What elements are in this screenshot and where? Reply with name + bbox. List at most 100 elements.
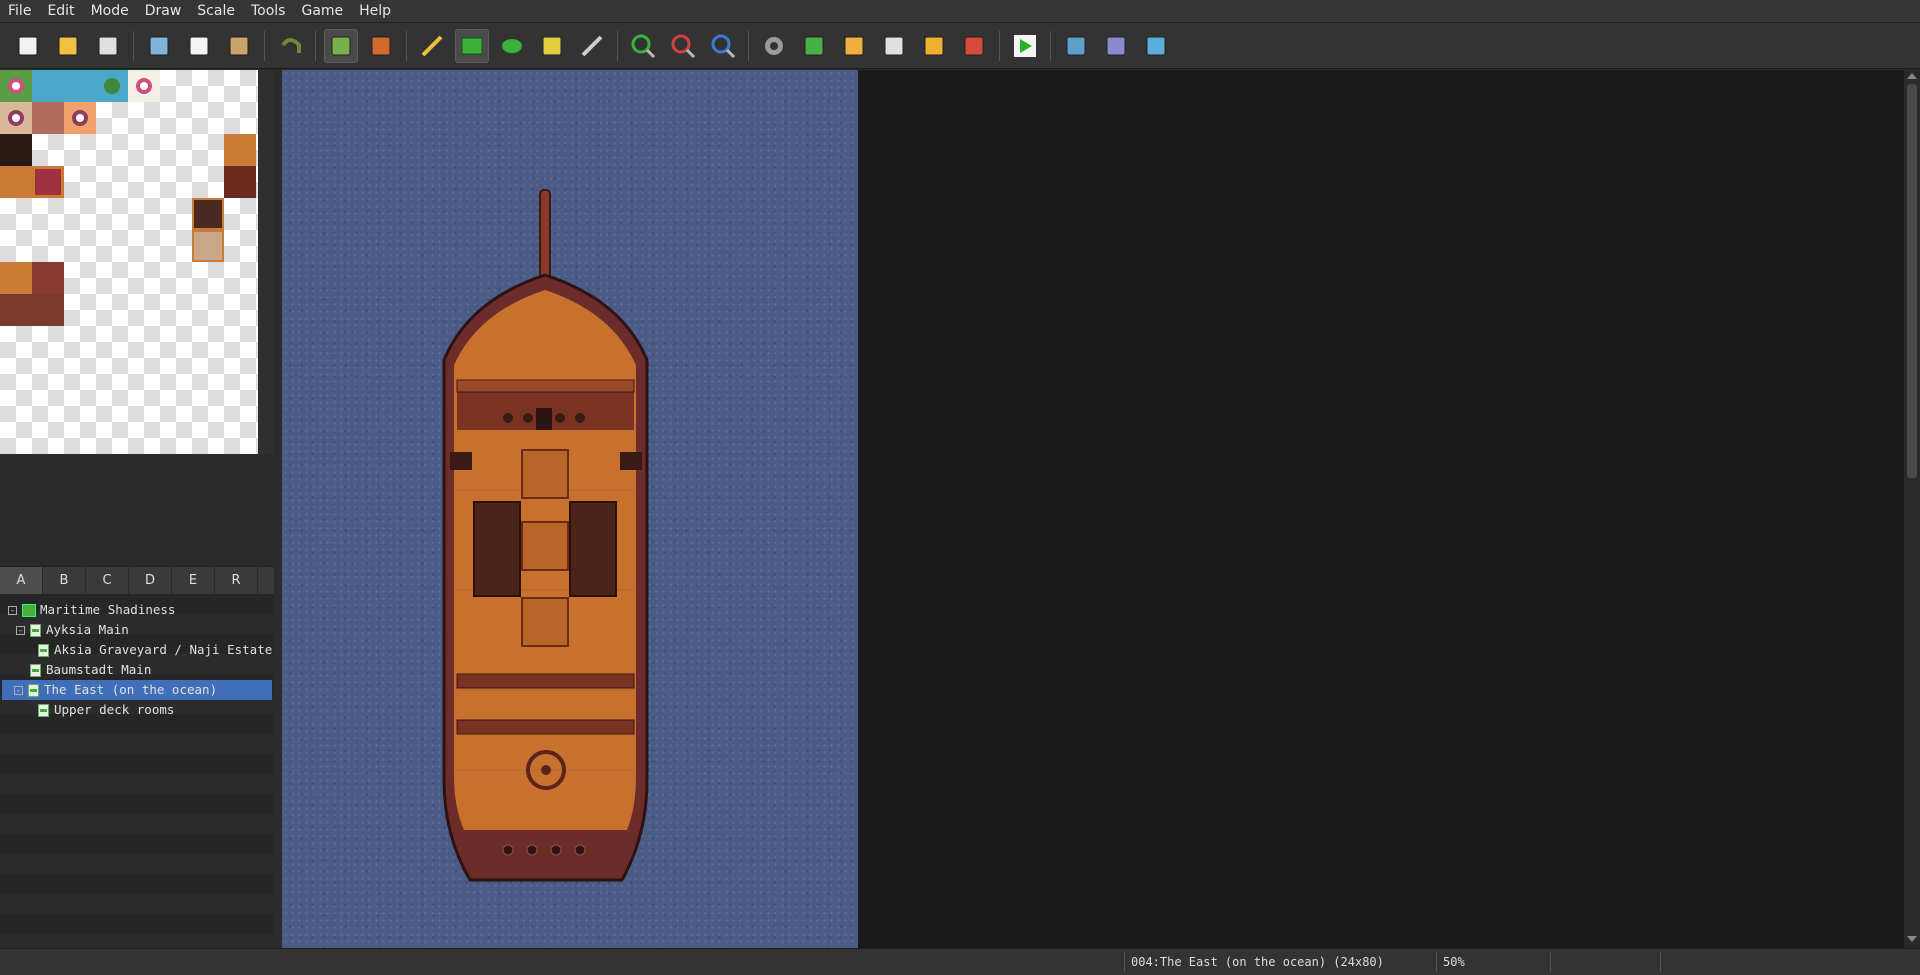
steam-management-icon (1106, 36, 1126, 55)
scroll-down-icon[interactable] (1907, 936, 1917, 942)
tab-c[interactable]: C (86, 567, 129, 594)
tile-water[interactable] (32, 70, 96, 102)
map-canvas[interactable] (282, 70, 1904, 948)
plugin-manager-button[interactable] (797, 29, 831, 63)
save-project-icon (98, 36, 118, 55)
scroll-up-icon[interactable] (1907, 73, 1917, 79)
tab-e[interactable]: E (172, 567, 215, 594)
toolbar-separator (264, 30, 265, 61)
event-layer-button[interactable] (364, 29, 398, 63)
new-project-icon (18, 36, 38, 55)
tile-flower[interactable] (128, 70, 160, 102)
playtest-icon (1014, 34, 1036, 57)
collapse-icon[interactable]: - (8, 605, 17, 615)
status-zoom: 50% (1443, 955, 1465, 969)
tile-dark[interactable] (0, 134, 32, 166)
project-icon (22, 603, 36, 617)
tile-carpet[interactable] (32, 166, 64, 198)
tab-d[interactable]: D (129, 567, 172, 594)
tile-plank-dark[interactable] (0, 294, 64, 326)
status-divider (1436, 952, 1437, 972)
zoom-actual-button[interactable] (706, 29, 740, 63)
paste-button[interactable] (222, 29, 256, 63)
menu-help[interactable]: Help (351, 0, 399, 22)
menu-mode[interactable]: Mode (83, 0, 137, 22)
tile-wood-edge[interactable] (224, 134, 256, 166)
tab-a[interactable]: A (0, 567, 43, 594)
copy-button[interactable] (182, 29, 216, 63)
sound-test-button[interactable] (837, 29, 871, 63)
menu-file[interactable]: File (0, 0, 39, 22)
tile-grass-flower[interactable] (0, 70, 32, 102)
tileset-blank-area (0, 454, 274, 566)
tab-r[interactable]: R (215, 567, 258, 594)
copy-icon (189, 36, 209, 55)
event-search-icon (884, 36, 904, 55)
menu-draw[interactable]: Draw (137, 0, 190, 22)
tab-b[interactable]: B (43, 567, 86, 594)
map-tree-node[interactable]: Upper deck rooms (38, 700, 174, 720)
tile-grate[interactable] (192, 198, 224, 230)
database-icon (765, 36, 783, 55)
status-map-info: 004:The East (on the ocean) (24x80) (1131, 955, 1384, 969)
pencil-button[interactable] (415, 29, 449, 63)
save-project-button[interactable] (91, 29, 125, 63)
zoom-out-button[interactable] (666, 29, 700, 63)
tile-wood-rail[interactable] (224, 166, 256, 198)
tile-door[interactable] (0, 262, 32, 294)
collapse-icon[interactable]: - (14, 685, 23, 695)
collapse-icon[interactable]: - (16, 625, 25, 635)
scrollbar-thumb[interactable] (1907, 84, 1917, 478)
tile-water-plant[interactable] (96, 70, 128, 102)
zoom-out-icon (671, 34, 696, 58)
menu-scale[interactable]: Scale (189, 0, 243, 22)
map-vertical-scrollbar[interactable] (1904, 70, 1920, 948)
map-tree-node[interactable]: - Ayksia Main (16, 620, 129, 640)
menu-game[interactable]: Game (293, 0, 351, 22)
map-tree-node-selected[interactable]: - The East (on the ocean) (2, 680, 272, 700)
tileset-palette[interactable] (0, 70, 258, 454)
plugin-manager-icon (804, 36, 824, 55)
resource-manager-button[interactable] (917, 29, 951, 63)
tile-red-wall[interactable] (32, 262, 64, 294)
playtest-button[interactable] (1008, 29, 1042, 63)
map-layer-button[interactable] (324, 28, 358, 63)
event-search-button[interactable] (877, 29, 911, 63)
map-icon (28, 683, 39, 697)
steam-management-button[interactable] (1099, 29, 1133, 63)
ocean-map[interactable] (282, 70, 858, 948)
tutorial-button[interactable] (1139, 29, 1173, 63)
paste-icon (229, 36, 249, 55)
menu-tools[interactable]: Tools (243, 0, 294, 22)
tile-wood-floor[interactable] (0, 166, 32, 198)
map-tree: - Maritime Shadiness - Ayksia Main Aksia… (0, 594, 274, 948)
tutorial-icon (1146, 36, 1166, 55)
toolbar-separator (1050, 30, 1051, 61)
zoom-in-button[interactable] (626, 29, 660, 63)
ellipse-button[interactable] (495, 29, 529, 63)
map-icon (30, 663, 41, 677)
open-project-button[interactable] (51, 29, 85, 63)
deployment-button[interactable] (1059, 29, 1093, 63)
map-tree-project[interactable]: - Maritime Shadiness (8, 600, 175, 620)
project-label: Maritime Shadiness (40, 602, 176, 617)
rectangle-button[interactable] (455, 28, 489, 63)
toolbar-separator (748, 30, 749, 61)
new-project-button[interactable] (11, 29, 45, 63)
map-tree-node[interactable]: Aksia Graveyard / Naji Estate (38, 640, 272, 660)
database-button[interactable] (757, 29, 791, 63)
tile-rocks[interactable] (32, 102, 64, 134)
map-label: Aksia Graveyard / Naji Estate (54, 642, 273, 657)
tile-flower-3[interactable] (64, 102, 96, 134)
tile-flower-2[interactable] (0, 102, 32, 134)
menu-edit[interactable]: Edit (39, 0, 82, 22)
tile-grate-2[interactable] (192, 230, 224, 262)
fill-button[interactable] (535, 29, 569, 63)
ship-sprite (442, 189, 649, 882)
map-tree-node[interactable]: Baumstadt Main (30, 660, 151, 680)
undo-button[interactable] (273, 29, 307, 63)
character-generator-button[interactable] (957, 29, 991, 63)
cut-button[interactable] (142, 29, 176, 63)
shadow-pen-button[interactable] (575, 29, 609, 63)
undo-icon (281, 37, 301, 53)
